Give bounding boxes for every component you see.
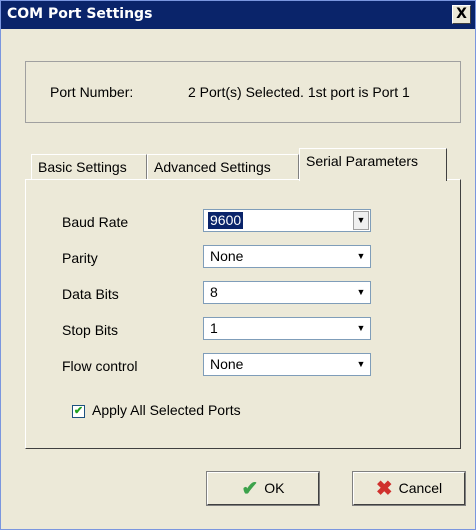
port-number-label: Port Number: <box>50 84 134 100</box>
checkmark-icon: ✔ <box>241 477 259 500</box>
data-bits-value: 8 <box>210 284 218 300</box>
window-title: COM Port Settings <box>7 6 153 22</box>
data-bits-select[interactable]: 8 ▼ <box>203 281 371 304</box>
parity-label: Parity <box>62 250 98 266</box>
title-bar[interactable]: COM Port Settings X <box>1 1 475 29</box>
stop-bits-select[interactable]: 1 ▼ <box>203 317 371 340</box>
x-icon: ✖ <box>375 477 393 500</box>
baud-rate-value: 9600 <box>206 211 245 230</box>
data-bits-label: Data Bits <box>62 286 119 302</box>
tab-basic-settings[interactable]: Basic Settings <box>31 154 147 180</box>
tab-serial-parameters[interactable]: Serial Parameters <box>299 148 447 181</box>
stop-bits-label: Stop Bits <box>62 322 119 338</box>
dialog-window: COM Port Settings X Port Number: 2 Port(… <box>0 0 476 530</box>
parity-select[interactable]: None ▼ <box>203 245 371 268</box>
flow-control-select[interactable]: None ▼ <box>203 353 371 376</box>
apply-all-checkbox[interactable]: ✔ <box>72 405 85 418</box>
cancel-button[interactable]: ✖ Cancel <box>352 471 466 506</box>
flow-control-label: Flow control <box>62 358 138 374</box>
parity-value: None <box>210 248 244 264</box>
flow-control-value: None <box>210 356 244 372</box>
ok-label: OK <box>264 480 285 496</box>
port-number-value: 2 Port(s) Selected. 1st port is Port 1 <box>188 84 410 100</box>
tab-advanced-settings[interactable]: Advanced Settings <box>147 154 299 180</box>
port-number-box: Port Number: 2 Port(s) Selected. 1st por… <box>25 61 461 123</box>
cancel-label: Cancel <box>398 480 443 496</box>
baud-rate-select[interactable]: 9600 ▼ <box>203 209 371 232</box>
baud-rate-label: Baud Rate <box>62 214 129 230</box>
dropdown-arrow-icon[interactable]: ▼ <box>353 319 369 338</box>
apply-all-label[interactable]: Apply All Selected Ports <box>92 402 241 418</box>
dropdown-arrow-icon[interactable]: ▼ <box>353 283 369 302</box>
serial-parameters-panel: Baud Rate 9600 ▼ Parity None ▼ Data Bits… <box>25 179 461 449</box>
close-icon[interactable]: X <box>452 5 471 24</box>
ok-button[interactable]: ✔ OK <box>206 471 320 506</box>
dropdown-arrow-icon[interactable]: ▼ <box>353 355 369 374</box>
dropdown-arrow-icon[interactable]: ▼ <box>353 247 369 266</box>
stop-bits-value: 1 <box>210 320 218 336</box>
dropdown-arrow-icon[interactable]: ▼ <box>353 211 369 230</box>
